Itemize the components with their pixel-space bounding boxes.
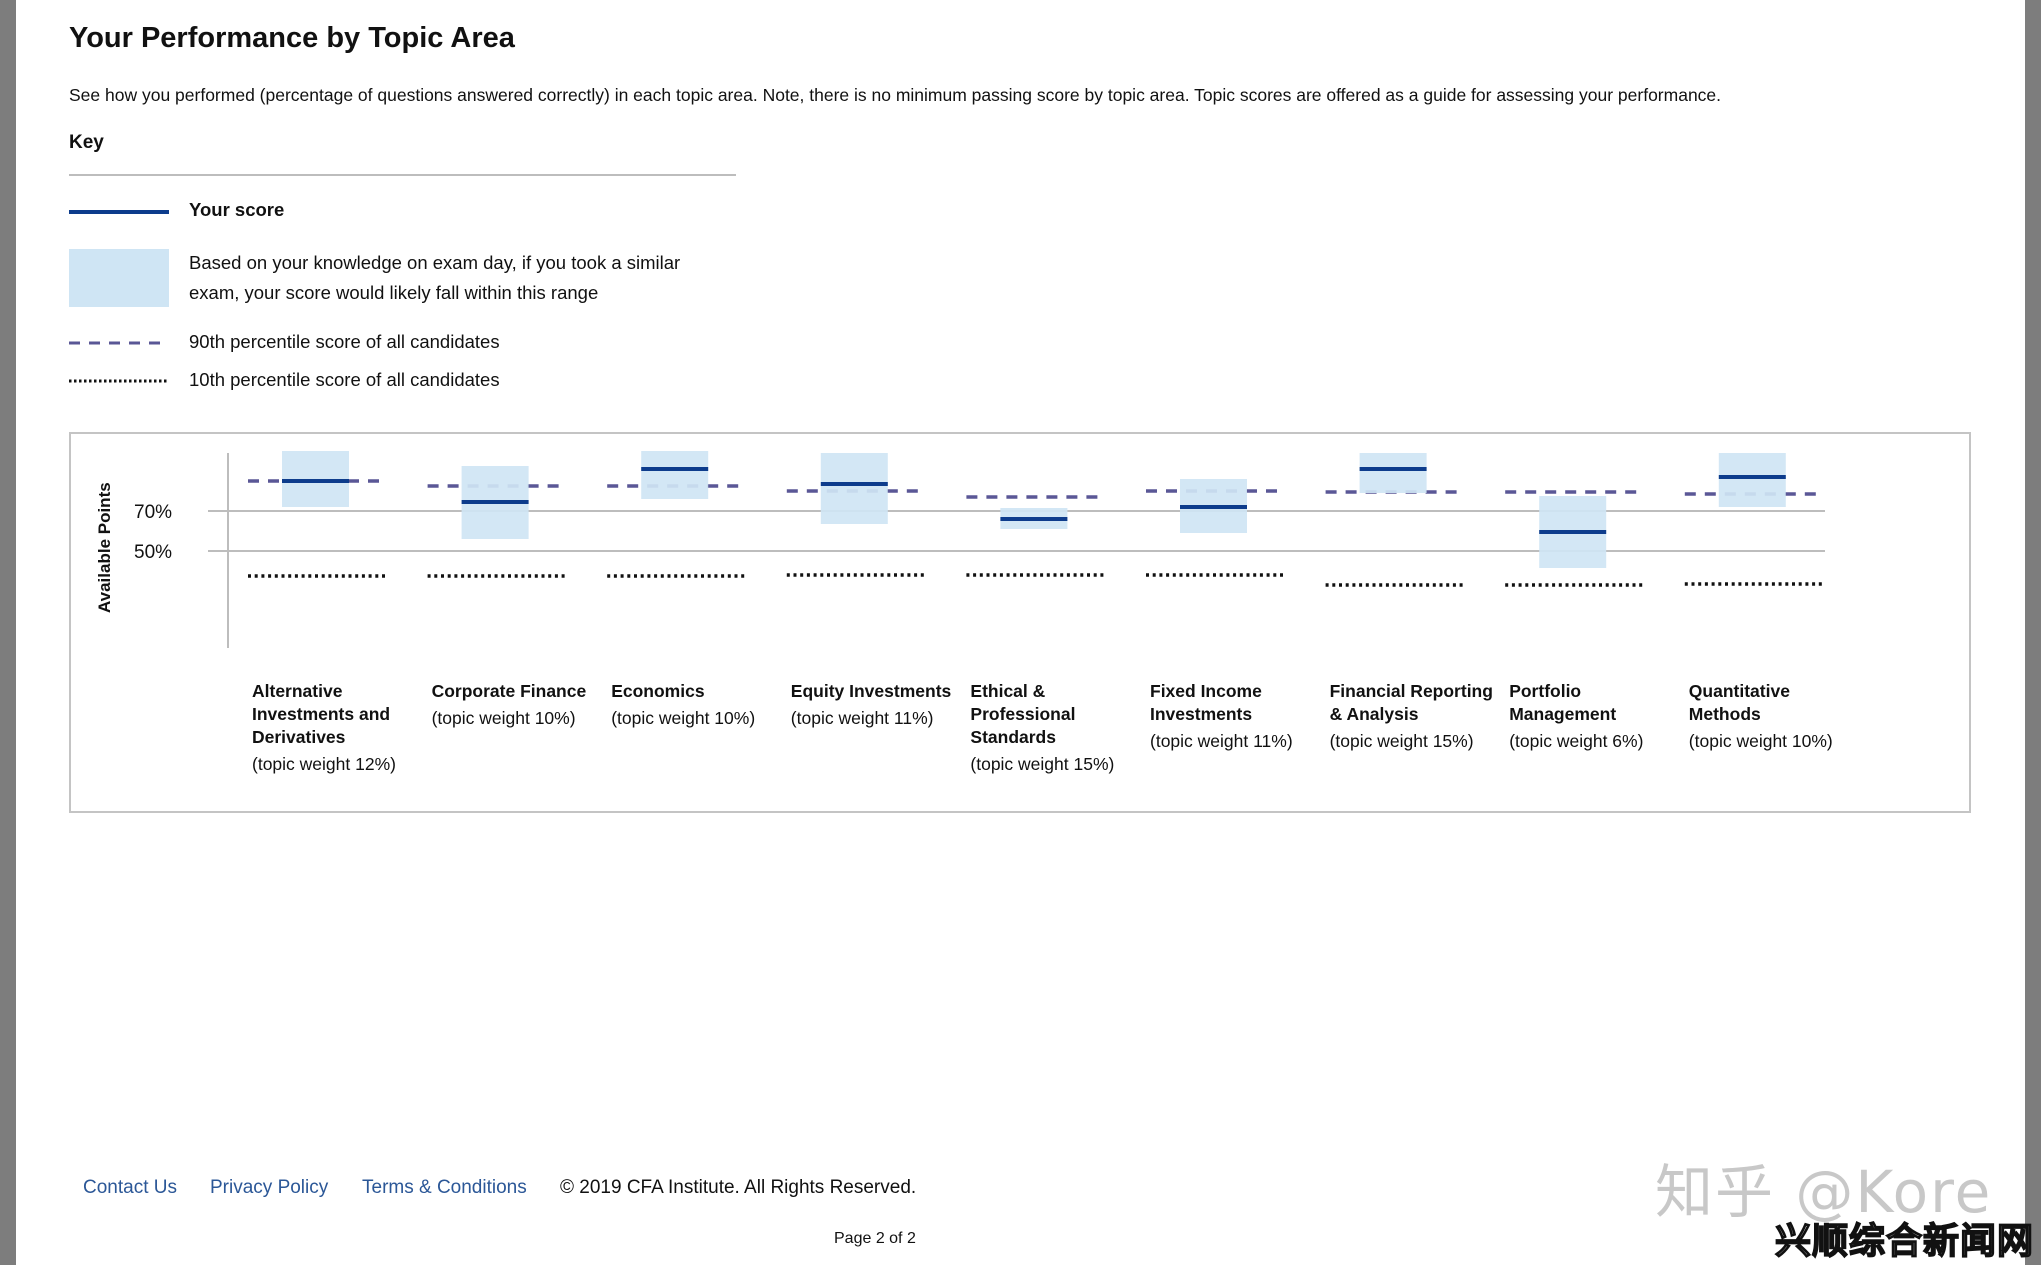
category-label: Financial Reporting & Analysis (topic weig… (1330, 680, 1515, 753)
score-range-box (820, 453, 888, 524)
category-label: Equity Investments (topic weight 11%) (791, 680, 976, 730)
page-indicator: Page 2 of 2 (834, 1230, 916, 1247)
category-weight: (topic weight 15%) (1329, 731, 1474, 751)
score-range-box (1359, 453, 1427, 493)
terms-conditions-link[interactable]: Terms & Conditions (362, 1177, 527, 1199)
category-weight: (topic weight 10%) (611, 708, 756, 728)
category-label: Alternative Investments and Derivatives (to… (252, 680, 437, 776)
score-range-box (641, 451, 709, 499)
category-name: Quantitative Methods (1688, 681, 1790, 724)
privacy-policy-link[interactable]: Privacy Policy (210, 1177, 328, 1199)
category-name: Corporate Finance (431, 681, 587, 701)
category-label: Corporate Finance (topic weight 10%) (432, 680, 617, 730)
category-label: Quantitative Methods (topic weight 10%) (1689, 680, 1874, 753)
category-weight: (topic weight 11%) (790, 708, 934, 728)
category-name: Fixed Income Investments (1150, 681, 1262, 724)
category-weight: (topic weight 12%) (252, 754, 396, 774)
category-label: Fixed Income Investments (topic weight 11%… (1150, 680, 1335, 753)
score-range-box (1718, 453, 1786, 507)
category-label: Economics (topic weight 10%) (611, 680, 796, 730)
category-name: Economics (611, 681, 705, 701)
category-name: Portfolio Management (1509, 681, 1617, 724)
category-weight: (topic weight 6%) (1509, 731, 1644, 751)
contact-us-link[interactable]: Contact Us (83, 1177, 177, 1199)
category-name: Ethical & Professional Standards (970, 681, 1076, 747)
category-label: Ethical & Professional Standards (topic wei… (970, 680, 1155, 776)
category-weight: (topic weight 11%) (1150, 731, 1293, 751)
category-name: Alternative Investments and Derivatives (252, 681, 391, 747)
watermark-site-text: 兴顺综合新闻网 (1774, 1220, 2035, 1263)
category-name: Equity Investments (790, 681, 952, 701)
category-name: Financial Reporting & Analysis (1329, 681, 1493, 724)
category-label: Portfolio Management (topic weight 6%) (1509, 680, 1694, 753)
chart-plot (208, 451, 1825, 648)
copyright-text: © 2019 CFA Institute. All Rights Reserve… (560, 1177, 917, 1198)
category-weight: (topic weight 10%) (1688, 731, 1833, 751)
category-weight: (topic weight 10%) (431, 708, 576, 728)
category-weight: (topic weight 15%) (970, 754, 1115, 774)
